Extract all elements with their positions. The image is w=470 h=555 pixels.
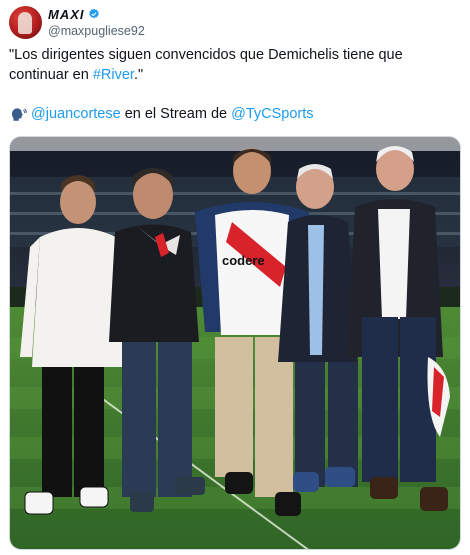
mention-juancortese[interactable]: @juancortese [31,104,121,124]
tweet-photo[interactable]: codere [9,136,461,550]
avatar[interactable] [9,5,42,39]
tweet-quote-end: ." [133,67,144,83]
tweet-quote-text: "Los dirigentes siguen convencidos que D… [9,47,403,83]
tweet-header: MAXI @maxpugliese92 [9,4,145,40]
author-names: MAXI @maxpugliese92 [48,7,145,38]
credit-mid-text: en el Stream de [120,106,232,122]
verified-badge-icon [88,8,99,19]
tweet-text: "Los dirigentes siguen convencidos que D… [9,45,461,85]
author-handle[interactable]: @maxpugliese92 [48,24,145,38]
display-name[interactable]: MAXI [48,7,85,22]
jersey-sponsor: codere [222,253,265,268]
mention-tycsports[interactable]: @TyCSports [231,104,313,124]
speaking-head-icon [12,108,27,121]
photo-illustration: codere [10,137,460,549]
hashtag-link[interactable]: #River [93,67,134,83]
tweet-credit-line: @juancortese en el Stream de @TyCSports [9,104,314,124]
tweet-card: MAXI @maxpugliese92 "Los dirigentes sigu… [0,0,470,555]
